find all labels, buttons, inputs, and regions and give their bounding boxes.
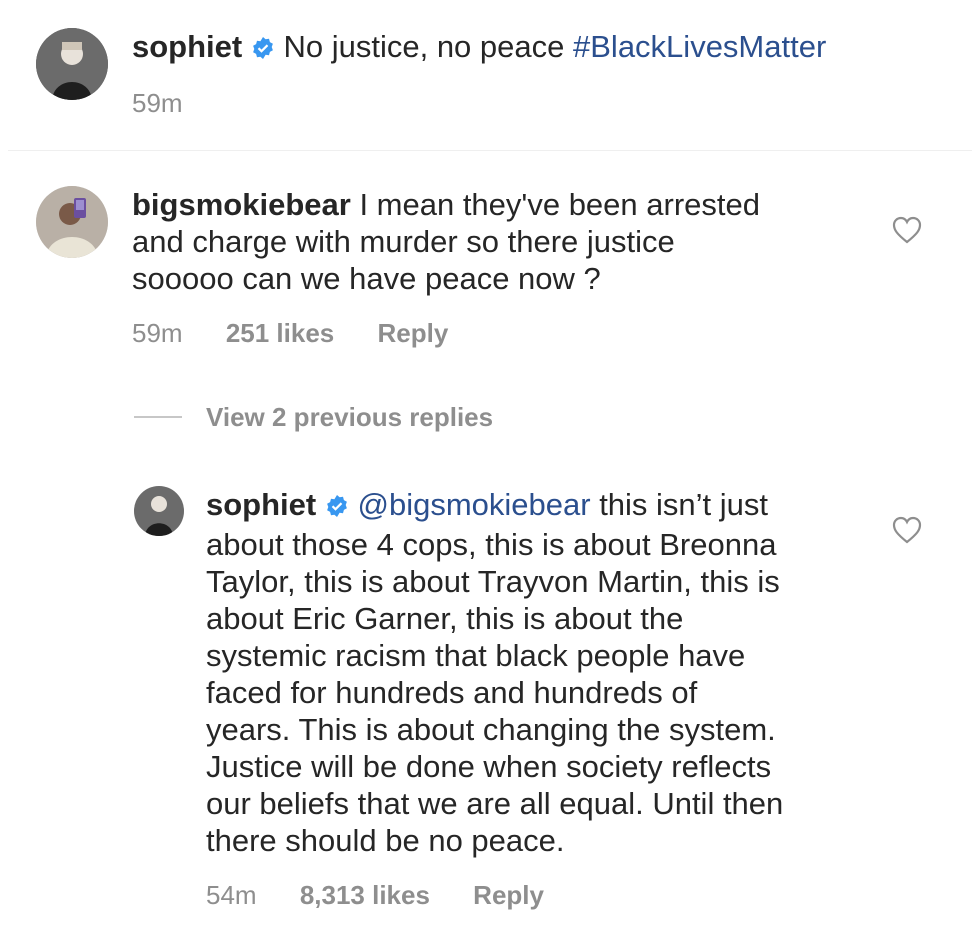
comment1-line3: sooooo can we have peace now ? [132,261,601,296]
reply1-line1: this isn’t just [599,487,769,522]
reply1-line8: Justice will be done when society reflec… [206,749,772,784]
heart-icon[interactable] [892,516,922,544]
reply1-line9: our beliefs that we are all equal. Until… [206,786,784,821]
caption-username[interactable]: sophiet [132,29,242,64]
view-previous-replies[interactable]: View 2 previous replies [206,402,493,433]
reply1-line2: about those 4 cops, this is about Breonn… [206,527,777,562]
verified-badge-icon [251,31,275,68]
comment1-reply-button[interactable]: Reply [377,318,448,348]
reply1-likes[interactable]: 8,313 likes [300,880,430,910]
comment1-line2: and charge with murder so there justice [132,224,675,259]
comment1-username[interactable]: bigsmokiebear [132,187,351,222]
reply1-line3: Taylor, this is about Trayvon Martin, th… [206,564,780,599]
comment1-time: 59m [132,318,183,348]
reply1-meta: 54m 8,313 likes Reply [206,880,580,911]
avatar-sophiet-reply[interactable] [134,486,184,536]
comment1-line1: I mean they've been arrested [359,187,760,222]
caption-text: sophiet No justice, no peace #BlackLives… [132,28,952,68]
reply1-line7: years. This is about changing the system… [206,712,776,747]
caption-hashtag[interactable]: #BlackLivesMatter [573,29,826,64]
view-replies-line [134,416,182,418]
divider [8,150,972,151]
avatar-bigsmokiebear[interactable] [36,186,108,258]
comment1-meta: 59m 251 likes Reply [132,318,484,349]
reply1-time: 54m [206,880,257,910]
caption-body: No justice, no peace [283,29,565,64]
reply1-text: sophiet @bigsmokiebear this isn’t just a… [206,486,866,859]
verified-badge-icon [325,489,349,526]
comment1-likes[interactable]: 251 likes [226,318,334,348]
avatar-sophiet[interactable] [36,28,108,100]
reply1-mention[interactable]: @bigsmokiebear [357,487,590,522]
reply1-line4: about Eric Garner, this is about the [206,601,684,636]
heart-icon[interactable] [892,216,922,244]
caption-time: 59m [132,88,183,118]
comment1-text: bigsmokiebear I mean they've been arrest… [132,186,852,297]
caption-meta: 59m [132,88,219,119]
reply1-line6: faced for hundreds and hundreds of [206,675,698,710]
reply1-username[interactable]: sophiet [206,487,316,522]
reply1-line10: there should be no peace. [206,823,565,858]
reply1-line5: systemic racism that black people have [206,638,746,673]
reply1-reply-button[interactable]: Reply [473,880,544,910]
